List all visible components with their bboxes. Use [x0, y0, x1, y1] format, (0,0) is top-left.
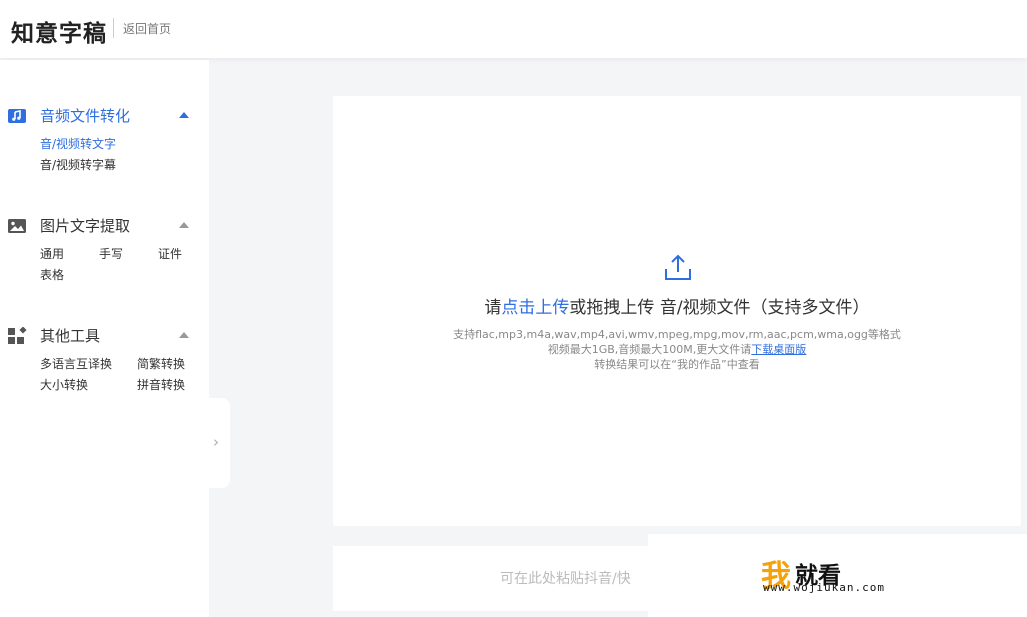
- section-image-text-header[interactable]: 图片文字提取: [0, 214, 209, 238]
- menu-item-trad-simp[interactable]: 简繁转换: [137, 355, 185, 372]
- section-other-tools-header[interactable]: 其他工具: [0, 324, 209, 348]
- menu-item-av-to-subtitle[interactable]: 音/视频转字幕: [40, 156, 116, 173]
- section-title: 图片文字提取: [40, 217, 131, 235]
- menu-item-handwriting[interactable]: 手写: [99, 245, 123, 262]
- section-title: 音频文件转化: [40, 107, 131, 125]
- menu-item-av-to-text[interactable]: 音/视频转文字: [40, 135, 116, 152]
- sidebar-collapse-toggle[interactable]: ›: [208, 398, 230, 488]
- image-icon: [8, 219, 26, 233]
- section-title: 其他工具: [40, 327, 101, 345]
- size-note-text: 视频最大1GB,音频最大100M,更大文件请: [547, 343, 752, 356]
- menu-item-table[interactable]: 表格: [40, 266, 64, 283]
- upload-instruction: 请点击上传或拖拽上传 音/视频文件（支持多文件）: [333, 293, 1021, 318]
- formats-note: 支持flac,mp3,m4a,wav,mp4,avi,wmv,mpeg,mpg,…: [453, 328, 901, 341]
- watermark-logo: 我 就看 www.wojiukan.com: [648, 534, 1027, 617]
- header-divider: [113, 18, 114, 38]
- menu-item-case-convert[interactable]: 大小转换: [40, 376, 88, 393]
- menu-item-general[interactable]: 通用: [40, 245, 64, 262]
- app-logo[interactable]: 知意字稿: [11, 14, 107, 48]
- click-upload-link[interactable]: 点击上传: [501, 298, 569, 318]
- menu-item-translation[interactable]: 多语言互译换: [40, 355, 112, 372]
- header: 知意字稿 返回首页: [0, 0, 1027, 58]
- back-home-link[interactable]: 返回首页: [123, 20, 171, 37]
- caret-up-icon: [179, 222, 189, 228]
- video-icon: [8, 109, 26, 123]
- upload-prefix: 请: [484, 298, 502, 318]
- menu-item-pinyin[interactable]: 拼音转换: [137, 376, 185, 393]
- result-note: 转换结果可以在“我的作品”中查看: [594, 358, 760, 371]
- caret-up-icon: [179, 332, 189, 338]
- section-audio-conversion-header[interactable]: 音频文件转化: [0, 104, 209, 128]
- download-desktop-link[interactable]: 下载桌面版: [751, 343, 806, 356]
- upload-dropzone[interactable]: 请点击上传或拖拽上传 音/视频文件（支持多文件） 支持flac,mp3,m4a,…: [333, 96, 1021, 526]
- grid-icon: [8, 327, 27, 344]
- sidebar: 音频文件转化 音/视频转文字 音/视频转字幕 图片文字提取 通用 手写 证件 表…: [0, 60, 209, 617]
- caret-up-icon: [179, 112, 189, 118]
- chevron-right-icon: ›: [213, 433, 219, 451]
- upload-suffix: 或拖拽上传 音/视频文件（支持多文件）: [569, 298, 870, 318]
- menu-item-id-document[interactable]: 证件: [158, 245, 182, 262]
- size-note: 视频最大1GB,音频最大100M,更大文件请下载桌面版: [333, 341, 1021, 357]
- watermark-url: www.wojiukan.com: [763, 581, 885, 594]
- upload-icon: [665, 254, 691, 280]
